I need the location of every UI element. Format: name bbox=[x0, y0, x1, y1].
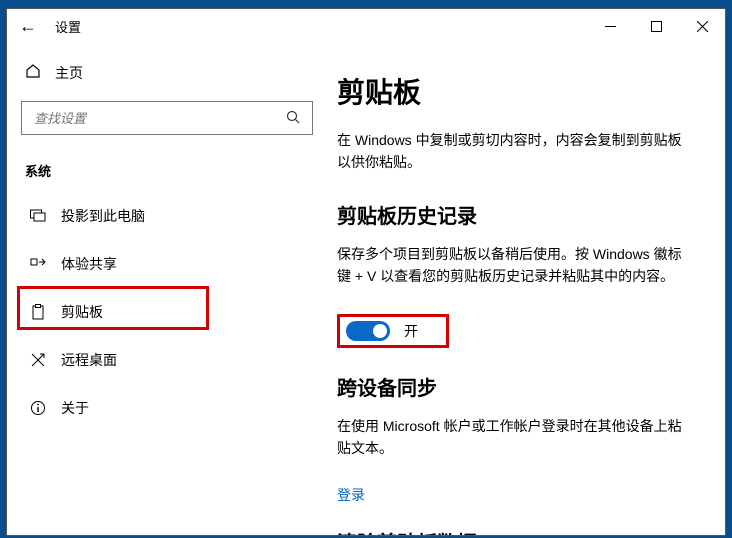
signin-link[interactable]: 登录 bbox=[337, 485, 365, 505]
clipboard-icon bbox=[29, 304, 47, 320]
search-icon bbox=[286, 110, 300, 127]
window-controls bbox=[587, 9, 725, 43]
sidebar-item-shared[interactable]: 体验共享 bbox=[21, 240, 313, 288]
back-button[interactable]: ← bbox=[19, 16, 47, 37]
history-toggle-label: 开 bbox=[404, 321, 418, 341]
category-label: 系统 bbox=[21, 155, 313, 192]
settings-window: ← 设置 主页 bbox=[6, 8, 726, 536]
remote-icon bbox=[29, 352, 47, 368]
annotation-highlight-toggle: 开 bbox=[337, 314, 449, 348]
sidebar-item-label: 关于 bbox=[61, 398, 89, 418]
maximize-button[interactable] bbox=[633, 9, 679, 43]
sidebar-item-about[interactable]: 关于 bbox=[21, 384, 313, 432]
page-title: 剪贴板 bbox=[337, 71, 695, 111]
home-label: 主页 bbox=[55, 63, 83, 83]
history-toggle[interactable] bbox=[346, 321, 390, 341]
history-desc: 保存多个项目到剪贴板以备稍后使用。按 Windows 徽标键 + V 以查看您的… bbox=[337, 243, 695, 288]
project-icon bbox=[29, 209, 47, 223]
about-icon bbox=[29, 400, 47, 416]
history-heading: 剪贴板历史记录 bbox=[337, 200, 695, 229]
content-area: 主页 系统 投影到此电脑 体验共享 bbox=[7, 43, 725, 535]
sidebar-item-clipboard[interactable]: 剪贴板 bbox=[21, 288, 313, 336]
search-box[interactable] bbox=[21, 101, 313, 135]
shared-icon bbox=[29, 256, 47, 272]
sync-desc: 在使用 Microsoft 帐户或工作帐户登录时在其他设备上粘贴文本。 bbox=[337, 415, 695, 460]
window-title: 设置 bbox=[55, 17, 81, 36]
titlebar: ← 设置 bbox=[7, 9, 725, 43]
minimize-button[interactable] bbox=[587, 9, 633, 43]
sidebar: 主页 系统 投影到此电脑 体验共享 bbox=[7, 43, 327, 535]
sidebar-item-label: 远程桌面 bbox=[61, 350, 117, 370]
search-input[interactable] bbox=[34, 111, 286, 126]
sync-heading: 跨设备同步 bbox=[337, 372, 695, 401]
sidebar-item-label: 投影到此电脑 bbox=[61, 206, 145, 226]
sidebar-item-remote[interactable]: 远程桌面 bbox=[21, 336, 313, 384]
sidebar-item-label: 体验共享 bbox=[61, 254, 117, 274]
close-button[interactable] bbox=[679, 9, 725, 43]
sidebar-item-label: 剪贴板 bbox=[61, 302, 103, 322]
sidebar-item-project[interactable]: 投影到此电脑 bbox=[21, 192, 313, 240]
main-panel: 剪贴板 在 Windows 中复制或剪切内容时，内容会复制到剪贴板以供你粘贴。 … bbox=[327, 43, 725, 535]
intro-text: 在 Windows 中复制或剪切内容时，内容会复制到剪贴板以供你粘贴。 bbox=[337, 129, 695, 174]
home-icon bbox=[25, 63, 43, 83]
home-button[interactable]: 主页 bbox=[21, 57, 313, 101]
clear-heading: 清除剪贴板数据 bbox=[337, 527, 695, 535]
